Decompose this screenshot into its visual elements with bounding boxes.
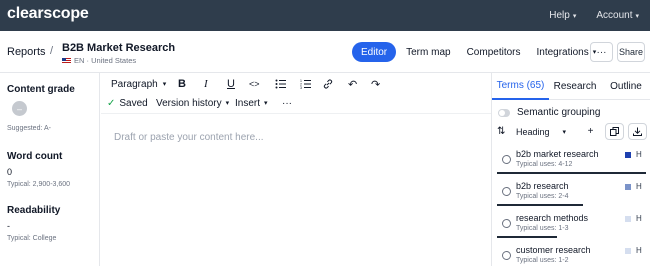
chevron-down-icon: ▾ — [572, 12, 577, 20]
term-row[interactable]: b2b research Typical uses: 2-4 H — [492, 179, 650, 211]
term-heading-marker: H — [636, 246, 642, 255]
term-heading-marker: H — [636, 214, 642, 223]
top-nav: clearscope Help ▾ Account ▾ — [0, 0, 650, 31]
insert-dropdown[interactable]: Insert ▾ — [235, 94, 268, 112]
editor-more-button[interactable]: ··· — [282, 94, 292, 112]
tab-competitors[interactable]: Competitors — [459, 42, 529, 62]
word-count-title: Word count — [7, 151, 63, 162]
tab-outline[interactable]: Outline — [601, 73, 650, 100]
numbered-list-icon[interactable]: 123 — [300, 75, 311, 93]
chevron-down-icon: ▾ — [562, 129, 566, 136]
term-select-radio[interactable] — [502, 219, 511, 228]
term-typical-uses: Typical uses: 1-3 — [516, 225, 569, 232]
term-select-radio[interactable] — [502, 187, 511, 196]
version-history-label: Version history — [156, 97, 222, 109]
tab-term-map[interactable]: Term map — [398, 42, 458, 62]
word-count-typical: Typical: 2,900-3,600 — [7, 181, 71, 188]
readability-typical: Typical: College — [7, 235, 57, 242]
document-locale-text: EN · United States — [74, 56, 137, 65]
term-row[interactable]: b2b market research Typical uses: 4-12 H — [492, 147, 650, 179]
metrics-panel: Content grade – Suggested: A- Word count… — [0, 73, 100, 266]
term-typical-uses: Typical uses: 1-2 — [516, 257, 569, 264]
help-menu[interactable]: Help ▾ — [549, 10, 576, 21]
term-typical-uses: Typical uses: 2-4 — [516, 193, 569, 200]
code-icon[interactable]: <> — [249, 75, 260, 93]
content-grade-title: Content grade — [7, 84, 75, 95]
word-count-value: 0 — [7, 167, 13, 177]
insert-label: Insert — [235, 97, 261, 109]
app-logo[interactable]: clearscope — [7, 5, 89, 23]
bold-icon[interactable]: B — [178, 75, 186, 93]
italic-icon[interactable]: I — [204, 75, 208, 93]
account-menu[interactable]: Account ▾ — [596, 10, 639, 21]
term-select-radio[interactable] — [502, 155, 511, 164]
redo-icon[interactable]: ↷ — [371, 75, 380, 93]
semantic-grouping-label: Semantic grouping — [517, 107, 601, 118]
heading-filter-label: Heading — [516, 127, 550, 137]
semantic-grouping-toggle[interactable] — [498, 109, 510, 117]
term-name: customer research — [516, 245, 591, 255]
term-progress-bar — [497, 236, 557, 238]
term-typical-uses: Typical uses: 4-12 — [516, 161, 573, 168]
version-history-dropdown[interactable]: Version history ▾ — [156, 94, 229, 112]
breadcrumb-separator: / — [50, 45, 54, 57]
chevron-down-icon: ▾ — [635, 12, 639, 20]
chevron-down-icon: ▾ — [264, 100, 268, 107]
term-importance-square — [625, 248, 631, 254]
term-heading-marker: H — [636, 182, 642, 191]
underline-icon[interactable]: U — [227, 75, 235, 93]
saved-status: ✓ Saved — [107, 94, 148, 112]
readability-value: - — [7, 221, 10, 231]
chevron-down-icon: ▾ — [162, 81, 167, 88]
more-options-button[interactable]: ··· — [590, 42, 613, 62]
tab-integrations-label: Integrations — [536, 46, 589, 58]
help-label: Help — [549, 10, 570, 21]
link-icon[interactable] — [323, 75, 333, 93]
download-icon[interactable] — [628, 123, 647, 140]
add-icon[interactable]: + — [581, 123, 600, 140]
content-grade-badge: – — [12, 101, 27, 116]
readability-title: Readability — [7, 205, 61, 216]
view-tabs: Editor Term map Competitors Integrations… — [352, 42, 604, 62]
sort-icon[interactable]: ⇅ — [497, 126, 505, 137]
paragraph-style-dropdown[interactable]: Paragraph ▾ — [111, 75, 166, 93]
term-name: research methods — [516, 213, 589, 223]
heading-filter-dropdown[interactable]: Heading ▾ — [510, 124, 572, 140]
share-button[interactable]: Share — [617, 42, 645, 62]
content-grade-suggested: Suggested: A- — [7, 125, 51, 132]
term-progress-bar — [497, 204, 583, 206]
saved-label: Saved — [119, 97, 148, 109]
terms-panel-tabs: Terms (65) Research Outline — [492, 73, 650, 100]
term-progress-bar — [497, 172, 646, 174]
account-label: Account — [596, 10, 633, 21]
term-heading-marker: H — [636, 150, 642, 159]
terms-panel: Terms (65) Research Outline Semantic gro… — [491, 73, 650, 266]
term-name: b2b market research — [516, 149, 599, 159]
breadcrumb-reports[interactable]: Reports — [7, 46, 46, 58]
toolbar-divider — [101, 113, 491, 114]
editor-placeholder[interactable]: Draft or paste your content here... — [114, 132, 264, 143]
term-importance-square — [625, 216, 631, 222]
term-select-radio[interactable] — [502, 251, 511, 260]
report-header: Reports / B2B Market Research EN · Unite… — [0, 31, 650, 73]
tab-research[interactable]: Research — [549, 73, 601, 100]
us-flag-icon — [62, 57, 71, 64]
svg-text:3: 3 — [300, 86, 302, 89]
tab-terms[interactable]: Terms (65) — [492, 73, 549, 100]
term-name: b2b research — [516, 181, 569, 191]
term-row[interactable]: research methods Typical uses: 1-3 H — [492, 211, 650, 243]
undo-icon[interactable]: ↶ — [348, 75, 357, 93]
check-icon: ✓ — [107, 97, 116, 109]
editor-area: Paragraph ▾ B I U <> 123 ↶ ↷ ✓ Saved Ver… — [101, 73, 491, 266]
bulleted-list-icon[interactable] — [275, 75, 286, 93]
document-locale: EN · United States — [62, 56, 136, 65]
term-row[interactable]: customer research Typical uses: 1-2 H — [492, 243, 650, 266]
term-importance-square — [625, 152, 631, 158]
paragraph-style-label: Paragraph — [111, 78, 158, 90]
term-importance-square — [625, 184, 631, 190]
tab-editor[interactable]: Editor — [352, 42, 397, 62]
copy-icon[interactable] — [605, 123, 624, 140]
document-title: B2B Market Research — [62, 42, 176, 54]
chevron-down-icon: ▾ — [225, 100, 230, 107]
